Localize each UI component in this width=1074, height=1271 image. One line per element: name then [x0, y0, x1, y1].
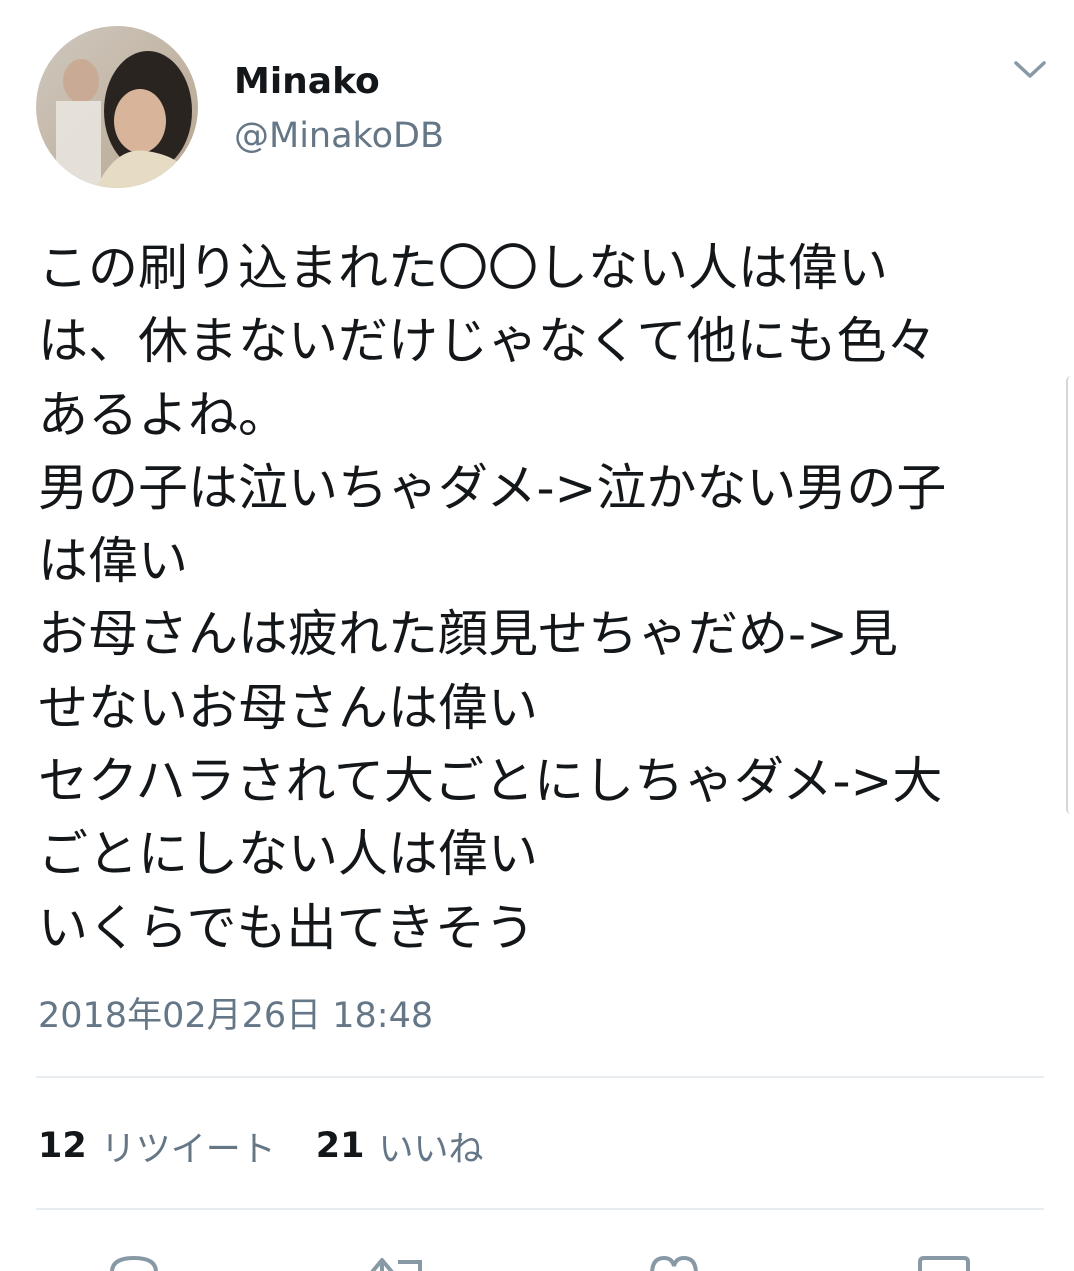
- retweet-count: 12: [38, 1126, 87, 1166]
- like-count: 21: [315, 1126, 365, 1166]
- like-icon[interactable]: [644, 1252, 704, 1271]
- tweet-text-line: この刷り込まれた〇〇しない人は偉い: [38, 239, 888, 297]
- retweet-label: リツイート: [100, 1129, 276, 1170]
- tweet-text-line: いくらでも出てきそう: [38, 898, 535, 957]
- tweet-text-line: あるよね。: [38, 385, 288, 444]
- tweet-text-line: ごとにしない人は偉い: [38, 825, 538, 884]
- tweet-text-line: お母さんは疲れた顔見せちゃだめ->見: [38, 605, 898, 664]
- tweet-stats: 12 リツイート 21 いいね: [38, 1120, 483, 1172]
- display-name[interactable]: Minako: [234, 58, 380, 106]
- tweet-text: この刷り込まれた〇〇しない人は偉い は、休まないだけじゃなくて他にも色々 あるよ…: [38, 232, 1048, 965]
- tweet-timestamp[interactable]: 2018年02月26日 18:48: [38, 992, 433, 1040]
- chevron-down-icon[interactable]: [1010, 52, 1050, 86]
- user-handle[interactable]: @MinakoDB: [234, 112, 444, 160]
- tweet-text-line: は偉い: [38, 532, 188, 591]
- tweet-text-line: 男の子は泣いちゃダメ->泣かない男の子: [38, 458, 947, 517]
- avatar[interactable]: [36, 26, 198, 188]
- retweet-icon[interactable]: [368, 1252, 428, 1271]
- scrollbar[interactable]: [1066, 376, 1074, 814]
- tweet-text-line: は、休まないだけじゃなくて他にも色々: [38, 312, 937, 371]
- avatar-photo: [36, 26, 198, 188]
- share-icon[interactable]: [914, 1252, 974, 1271]
- like-label: いいね: [378, 1129, 484, 1170]
- divider: [36, 1076, 1044, 1078]
- tweet-actions: [0, 1236, 1074, 1271]
- retweet-count-link[interactable]: 12 リツイート: [38, 1121, 276, 1172]
- tweet-text-line: せないお母さんは偉い: [38, 678, 538, 737]
- reply-icon[interactable]: [104, 1252, 164, 1271]
- like-count-link[interactable]: 21 いいね: [316, 1121, 484, 1172]
- tweet-text-line: セクハラされて大ごとにしちゃダメ->大: [38, 752, 943, 811]
- divider: [36, 1208, 1044, 1210]
